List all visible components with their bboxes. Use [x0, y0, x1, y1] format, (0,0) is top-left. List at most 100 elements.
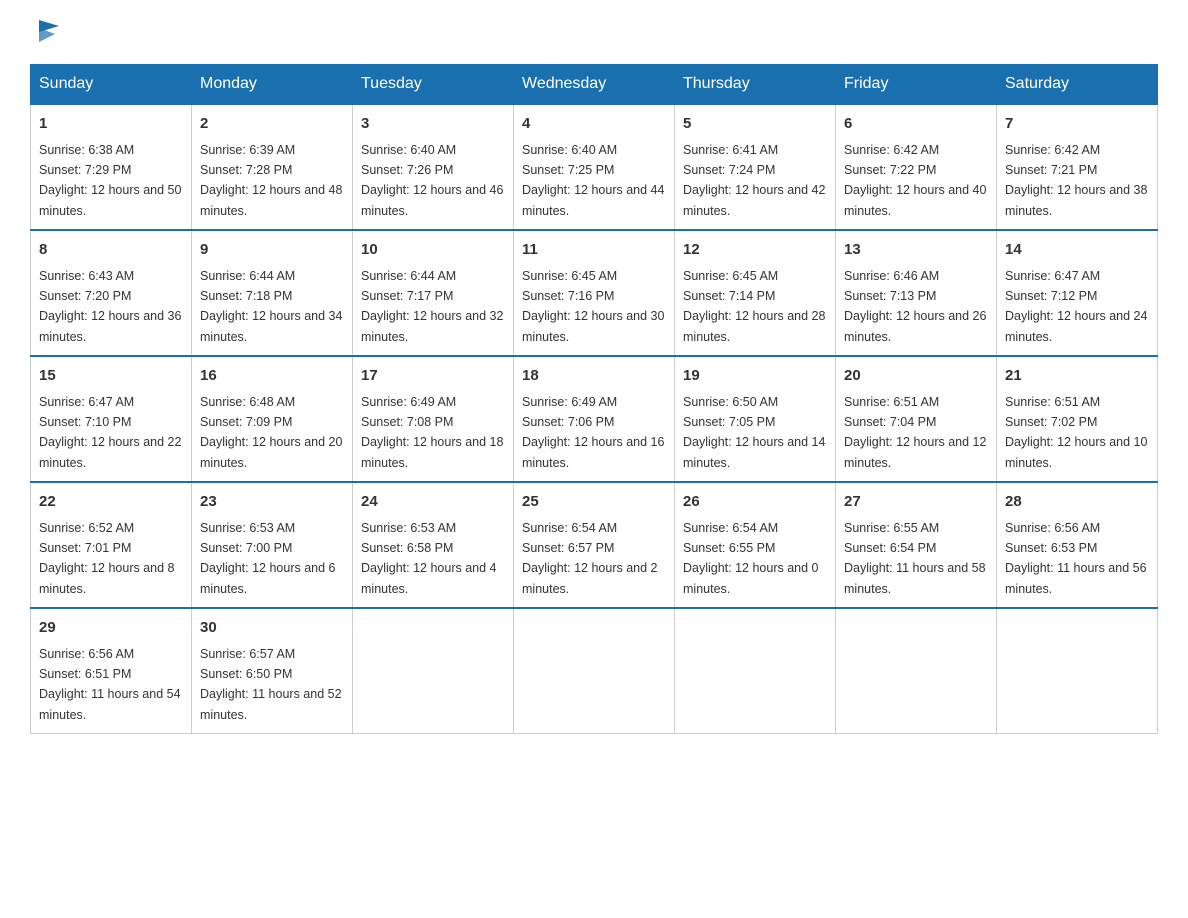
- column-header-thursday: Thursday: [675, 65, 836, 105]
- day-info: Sunrise: 6:46 AMSunset: 7:13 PMDaylight:…: [844, 269, 986, 344]
- calendar-cell: 26 Sunrise: 6:54 AMSunset: 6:55 PMDayligh…: [675, 482, 836, 608]
- calendar-cell: 28 Sunrise: 6:56 AMSunset: 6:53 PMDayligh…: [997, 482, 1158, 608]
- calendar-cell: 27 Sunrise: 6:55 AMSunset: 6:54 PMDayligh…: [836, 482, 997, 608]
- day-number: 12: [683, 239, 827, 262]
- calendar-cell: 2 Sunrise: 6:39 AMSunset: 7:28 PMDaylight…: [192, 104, 353, 230]
- calendar-cell: 8Sunrise: 6:43 AMSunset: 7:20 PMDaylight…: [31, 230, 192, 356]
- calendar-cell: 10 Sunrise: 6:44 AMSunset: 7:17 PMDayligh…: [353, 230, 514, 356]
- day-info: Sunrise: 6:51 AMSunset: 7:04 PMDaylight:…: [844, 395, 986, 470]
- day-info: Sunrise: 6:57 AMSunset: 6:50 PMDaylight:…: [200, 647, 342, 722]
- calendar-cell: 30Sunrise: 6:57 AMSunset: 6:50 PMDayligh…: [192, 608, 353, 734]
- calendar-week-row: 15 Sunrise: 6:47 AMSunset: 7:10 PMDayligh…: [31, 356, 1158, 482]
- day-number: 2: [200, 113, 344, 136]
- calendar-cell: 24Sunrise: 6:53 AMSunset: 6:58 PMDayligh…: [353, 482, 514, 608]
- calendar-cell: 13 Sunrise: 6:46 AMSunset: 7:13 PMDayligh…: [836, 230, 997, 356]
- day-number: 19: [683, 365, 827, 388]
- day-info: Sunrise: 6:42 AMSunset: 7:22 PMDaylight:…: [844, 143, 986, 218]
- day-number: 29: [39, 617, 183, 640]
- calendar-cell: 5 Sunrise: 6:41 AMSunset: 7:24 PMDaylight…: [675, 104, 836, 230]
- day-number: 7: [1005, 113, 1149, 136]
- calendar-cell: 1 Sunrise: 6:38 AMSunset: 7:29 PMDaylight…: [31, 104, 192, 230]
- calendar-cell: [514, 608, 675, 734]
- calendar-table: SundayMondayTuesdayWednesdayThursdayFrid…: [30, 64, 1158, 734]
- day-info: Sunrise: 6:39 AMSunset: 7:28 PMDaylight:…: [200, 143, 342, 218]
- day-number: 17: [361, 365, 505, 388]
- day-info: Sunrise: 6:54 AMSunset: 6:55 PMDaylight:…: [683, 521, 819, 596]
- day-number: 13: [844, 239, 988, 262]
- day-info: Sunrise: 6:44 AMSunset: 7:17 PMDaylight:…: [361, 269, 503, 344]
- day-number: 24: [361, 491, 505, 514]
- calendar-cell: 25 Sunrise: 6:54 AMSunset: 6:57 PMDayligh…: [514, 482, 675, 608]
- day-number: 1: [39, 113, 183, 136]
- day-number: 28: [1005, 491, 1149, 514]
- day-number: 6: [844, 113, 988, 136]
- day-info: Sunrise: 6:55 AMSunset: 6:54 PMDaylight:…: [844, 521, 986, 596]
- day-number: 3: [361, 113, 505, 136]
- calendar-week-row: 8Sunrise: 6:43 AMSunset: 7:20 PMDaylight…: [31, 230, 1158, 356]
- calendar-cell: [997, 608, 1158, 734]
- day-info: Sunrise: 6:53 AMSunset: 7:00 PMDaylight:…: [200, 521, 336, 596]
- calendar-cell: 12 Sunrise: 6:45 AMSunset: 7:14 PMDayligh…: [675, 230, 836, 356]
- calendar-cell: 9 Sunrise: 6:44 AMSunset: 7:18 PMDaylight…: [192, 230, 353, 356]
- day-info: Sunrise: 6:47 AMSunset: 7:10 PMDaylight:…: [39, 395, 181, 470]
- day-info: Sunrise: 6:49 AMSunset: 7:08 PMDaylight:…: [361, 395, 503, 470]
- column-header-wednesday: Wednesday: [514, 65, 675, 105]
- calendar-cell: 21 Sunrise: 6:51 AMSunset: 7:02 PMDayligh…: [997, 356, 1158, 482]
- column-header-sunday: Sunday: [31, 65, 192, 105]
- day-info: Sunrise: 6:54 AMSunset: 6:57 PMDaylight:…: [522, 521, 658, 596]
- day-number: 25: [522, 491, 666, 514]
- day-info: Sunrise: 6:45 AMSunset: 7:16 PMDaylight:…: [522, 269, 664, 344]
- logo: [30, 20, 65, 44]
- day-number: 20: [844, 365, 988, 388]
- logo-flag-icon: [33, 16, 65, 48]
- calendar-cell: 4 Sunrise: 6:40 AMSunset: 7:25 PMDaylight…: [514, 104, 675, 230]
- day-info: Sunrise: 6:49 AMSunset: 7:06 PMDaylight:…: [522, 395, 664, 470]
- day-info: Sunrise: 6:45 AMSunset: 7:14 PMDaylight:…: [683, 269, 825, 344]
- day-info: Sunrise: 6:41 AMSunset: 7:24 PMDaylight:…: [683, 143, 825, 218]
- day-info: Sunrise: 6:38 AMSunset: 7:29 PMDaylight:…: [39, 143, 181, 218]
- calendar-cell: 7 Sunrise: 6:42 AMSunset: 7:21 PMDaylight…: [997, 104, 1158, 230]
- calendar-cell: 29 Sunrise: 6:56 AMSunset: 6:51 PMDayligh…: [31, 608, 192, 734]
- day-info: Sunrise: 6:42 AMSunset: 7:21 PMDaylight:…: [1005, 143, 1147, 218]
- day-number: 8: [39, 239, 183, 262]
- day-number: 15: [39, 365, 183, 388]
- column-header-tuesday: Tuesday: [353, 65, 514, 105]
- day-number: 21: [1005, 365, 1149, 388]
- day-number: 26: [683, 491, 827, 514]
- calendar-cell: 22Sunrise: 6:52 AMSunset: 7:01 PMDayligh…: [31, 482, 192, 608]
- calendar-cell: 3 Sunrise: 6:40 AMSunset: 7:26 PMDaylight…: [353, 104, 514, 230]
- day-info: Sunrise: 6:51 AMSunset: 7:02 PMDaylight:…: [1005, 395, 1147, 470]
- calendar-cell: [675, 608, 836, 734]
- calendar-cell: 17 Sunrise: 6:49 AMSunset: 7:08 PMDayligh…: [353, 356, 514, 482]
- day-number: 27: [844, 491, 988, 514]
- calendar-cell: 20 Sunrise: 6:51 AMSunset: 7:04 PMDayligh…: [836, 356, 997, 482]
- day-info: Sunrise: 6:44 AMSunset: 7:18 PMDaylight:…: [200, 269, 342, 344]
- day-number: 23: [200, 491, 344, 514]
- column-header-monday: Monday: [192, 65, 353, 105]
- calendar-cell: 23 Sunrise: 6:53 AMSunset: 7:00 PMDayligh…: [192, 482, 353, 608]
- column-header-friday: Friday: [836, 65, 997, 105]
- day-number: 16: [200, 365, 344, 388]
- calendar-week-row: 29 Sunrise: 6:56 AMSunset: 6:51 PMDayligh…: [31, 608, 1158, 734]
- day-info: Sunrise: 6:56 AMSunset: 6:53 PMDaylight:…: [1005, 521, 1147, 596]
- calendar-cell: 6 Sunrise: 6:42 AMSunset: 7:22 PMDaylight…: [836, 104, 997, 230]
- calendar-cell: 11 Sunrise: 6:45 AMSunset: 7:16 PMDayligh…: [514, 230, 675, 356]
- day-info: Sunrise: 6:40 AMSunset: 7:26 PMDaylight:…: [361, 143, 503, 218]
- day-number: 14: [1005, 239, 1149, 262]
- calendar-cell: 14 Sunrise: 6:47 AMSunset: 7:12 PMDayligh…: [997, 230, 1158, 356]
- day-number: 10: [361, 239, 505, 262]
- calendar-week-row: 22Sunrise: 6:52 AMSunset: 7:01 PMDayligh…: [31, 482, 1158, 608]
- calendar-cell: [353, 608, 514, 734]
- day-number: 9: [200, 239, 344, 262]
- calendar-header-row: SundayMondayTuesdayWednesdayThursdayFrid…: [31, 65, 1158, 105]
- day-info: Sunrise: 6:56 AMSunset: 6:51 PMDaylight:…: [39, 647, 181, 722]
- calendar-cell: 16Sunrise: 6:48 AMSunset: 7:09 PMDayligh…: [192, 356, 353, 482]
- page-header: [30, 20, 1158, 44]
- day-info: Sunrise: 6:47 AMSunset: 7:12 PMDaylight:…: [1005, 269, 1147, 344]
- day-info: Sunrise: 6:40 AMSunset: 7:25 PMDaylight:…: [522, 143, 664, 218]
- calendar-cell: [836, 608, 997, 734]
- day-number: 4: [522, 113, 666, 136]
- day-number: 5: [683, 113, 827, 136]
- day-info: Sunrise: 6:50 AMSunset: 7:05 PMDaylight:…: [683, 395, 825, 470]
- day-number: 11: [522, 239, 666, 262]
